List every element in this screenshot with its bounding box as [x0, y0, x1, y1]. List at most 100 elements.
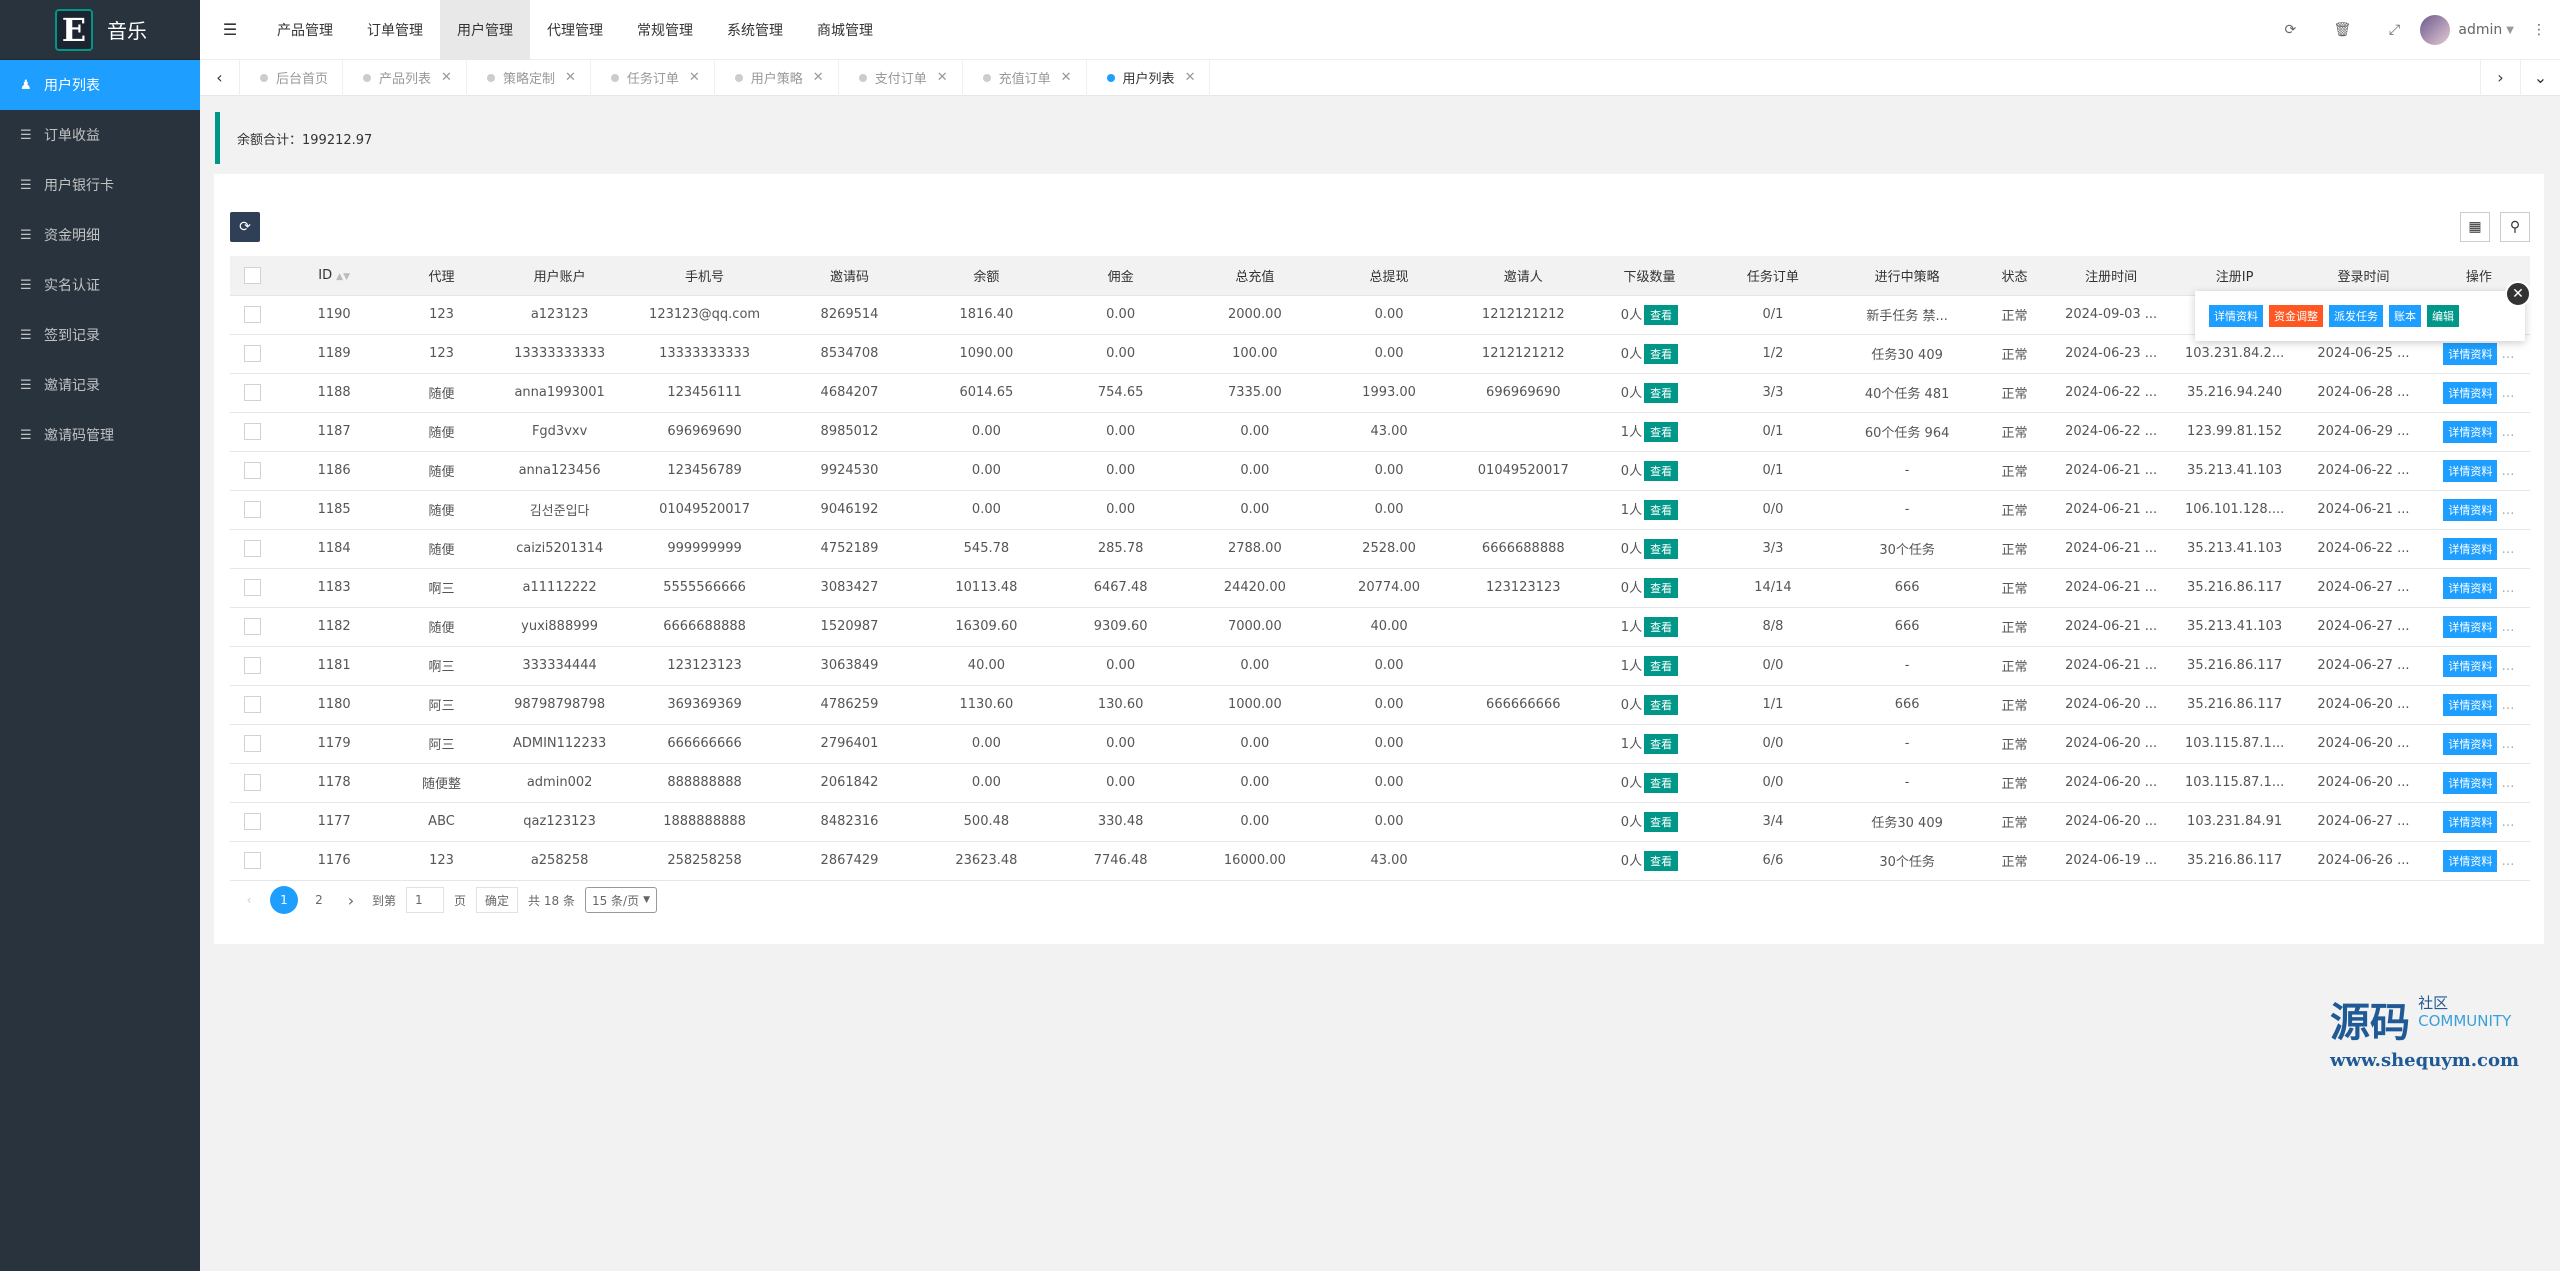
row-checkbox[interactable]	[244, 696, 262, 713]
select-all-checkbox[interactable]	[244, 266, 262, 284]
more-actions-icon[interactable]: …	[2497, 776, 2514, 791]
prev-page-icon[interactable]: ‹	[238, 889, 260, 911]
table-refresh-button[interactable]: ⟳	[230, 212, 260, 242]
column-header[interactable]: ID ▲▼	[275, 256, 394, 296]
more-actions-icon[interactable]: …	[2497, 503, 2514, 518]
row-checkbox[interactable]	[244, 462, 262, 479]
page-1[interactable]: 1	[270, 886, 298, 914]
page-2[interactable]: 2	[308, 889, 330, 911]
detail-button[interactable]: 详情资料	[2443, 537, 2498, 560]
view-subordinates-button[interactable]: 查看	[1644, 773, 1679, 793]
more-actions-icon[interactable]: …	[2497, 425, 2514, 440]
tabs-dropdown-icon[interactable]: ⌄	[2520, 59, 2560, 96]
detail-button[interactable]: 详情资料	[2443, 615, 2498, 638]
tab-1[interactable]: 产品列表 ✕	[343, 59, 467, 96]
view-subordinates-button[interactable]: 查看	[1644, 734, 1679, 754]
detail-button[interactable]: 详情资料	[2443, 771, 2498, 794]
goto-confirm-button[interactable]: 确定	[476, 887, 519, 913]
sidebar-item-2[interactable]: ☰ 用户银行卡	[0, 160, 200, 210]
chevron-left-icon[interactable]: ‹	[200, 59, 240, 96]
view-subordinates-button[interactable]: 查看	[1644, 305, 1679, 325]
trash-icon[interactable]: 🗑	[2316, 22, 2368, 38]
more-actions-icon[interactable]: …	[2497, 620, 2514, 635]
view-subordinates-button[interactable]: 查看	[1644, 344, 1679, 364]
more-actions-icon[interactable]: …	[2497, 659, 2514, 674]
sidebar-item-3[interactable]: ☰ 资金明细	[0, 210, 200, 260]
tab-7[interactable]: 用户列表 ✕	[1087, 59, 1211, 96]
nav-item-3[interactable]: 代理管理	[530, 0, 620, 60]
tab-close-icon[interactable]: ✕	[441, 70, 452, 85]
nav-item-5[interactable]: 系统管理	[710, 0, 800, 60]
view-subordinates-button[interactable]: 查看	[1644, 851, 1679, 871]
popup-action-button-1[interactable]: 资金调整	[2269, 305, 2323, 327]
nav-item-2[interactable]: 用户管理	[440, 0, 530, 60]
nav-item-0[interactable]: 产品管理	[260, 0, 350, 60]
nav-item-4[interactable]: 常规管理	[620, 0, 710, 60]
sidebar-item-0[interactable]: ♟ 用户列表	[0, 60, 200, 110]
sort-icon[interactable]: ▲▼	[336, 272, 350, 282]
menu-toggle-icon[interactable]: ☰	[200, 0, 260, 60]
row-checkbox[interactable]	[244, 813, 262, 830]
detail-button[interactable]: 详情资料	[2443, 342, 2498, 365]
detail-button[interactable]: 详情资料	[2443, 459, 2498, 482]
detail-button[interactable]: 详情资料	[2443, 381, 2498, 404]
tab-close-icon[interactable]: ✕	[1185, 70, 1196, 85]
per-page-select[interactable]: 15 条/页 ▼	[584, 887, 658, 913]
fullscreen-icon[interactable]: ⤢	[2368, 22, 2420, 38]
view-subordinates-button[interactable]: 查看	[1644, 539, 1679, 559]
nav-item-1[interactable]: 订单管理	[350, 0, 440, 60]
more-actions-icon[interactable]: …	[2497, 698, 2514, 713]
tab-5[interactable]: 支付订单 ✕	[839, 59, 963, 96]
username[interactable]: admin	[2458, 22, 2502, 38]
row-checkbox[interactable]	[244, 774, 262, 791]
more-actions-icon[interactable]: …	[2497, 581, 2514, 596]
search-icon[interactable]: ⚲	[2500, 212, 2530, 242]
row-checkbox[interactable]	[244, 618, 262, 635]
detail-button[interactable]: 详情资料	[2443, 810, 2498, 833]
row-checkbox[interactable]	[244, 657, 262, 674]
detail-button[interactable]: 详情资料	[2443, 654, 2498, 677]
row-checkbox[interactable]	[244, 423, 262, 440]
row-checkbox[interactable]	[244, 852, 262, 869]
tab-2[interactable]: 策略定制 ✕	[467, 59, 591, 96]
row-checkbox[interactable]	[244, 579, 262, 596]
avatar[interactable]	[2420, 15, 2451, 45]
more-actions-icon[interactable]: …	[2497, 386, 2514, 401]
detail-button[interactable]: 详情资料	[2443, 576, 2498, 599]
more-actions-icon[interactable]: …	[2497, 347, 2514, 362]
popup-action-button-3[interactable]: 账本	[2389, 305, 2421, 327]
more-actions-icon[interactable]: …	[2497, 542, 2514, 557]
next-page-icon[interactable]: ›	[340, 889, 362, 911]
tab-close-icon[interactable]: ✕	[937, 70, 948, 85]
sidebar-item-6[interactable]: ☰ 邀请记录	[0, 360, 200, 410]
tab-3[interactable]: 任务订单 ✕	[591, 59, 715, 96]
popup-action-button-0[interactable]: 详情资料	[2209, 305, 2263, 327]
row-checkbox[interactable]	[244, 735, 262, 752]
tab-4[interactable]: 用户策略 ✕	[715, 59, 839, 96]
sidebar-item-1[interactable]: ☰ 订单收益	[0, 110, 200, 160]
detail-button[interactable]: 详情资料	[2443, 420, 2498, 443]
more-actions-icon[interactable]: …	[2497, 737, 2514, 752]
goto-page-input[interactable]: 1	[406, 887, 445, 913]
popup-action-button-2[interactable]: 派发任务	[2329, 305, 2383, 327]
view-subordinates-button[interactable]: 查看	[1644, 656, 1679, 676]
view-subordinates-button[interactable]: 查看	[1644, 383, 1679, 403]
refresh-icon[interactable]: ⟳	[2264, 22, 2316, 38]
detail-button[interactable]: 详情资料	[2443, 693, 2498, 716]
view-subordinates-button[interactable]: 查看	[1644, 812, 1679, 832]
more-actions-icon[interactable]: …	[2497, 815, 2514, 830]
view-subordinates-button[interactable]: 查看	[1644, 422, 1679, 442]
view-subordinates-button[interactable]: 查看	[1644, 461, 1679, 481]
chevron-down-icon[interactable]: ▼	[2506, 25, 2514, 36]
sidebar-item-5[interactable]: ☰ 签到记录	[0, 310, 200, 360]
logo[interactable]: E 音乐	[0, 0, 200, 60]
more-actions-icon[interactable]: …	[2497, 854, 2514, 869]
chevron-right-icon[interactable]: ›	[2480, 59, 2520, 96]
row-checkbox[interactable]	[244, 345, 262, 362]
popup-action-button-4[interactable]: 编辑	[2427, 305, 2459, 327]
row-checkbox[interactable]	[244, 501, 262, 518]
more-actions-icon[interactable]: …	[2497, 464, 2514, 479]
view-subordinates-button[interactable]: 查看	[1644, 500, 1679, 520]
tab-0[interactable]: 后台首页	[240, 59, 344, 96]
close-icon[interactable]: ✕	[2505, 281, 2531, 307]
